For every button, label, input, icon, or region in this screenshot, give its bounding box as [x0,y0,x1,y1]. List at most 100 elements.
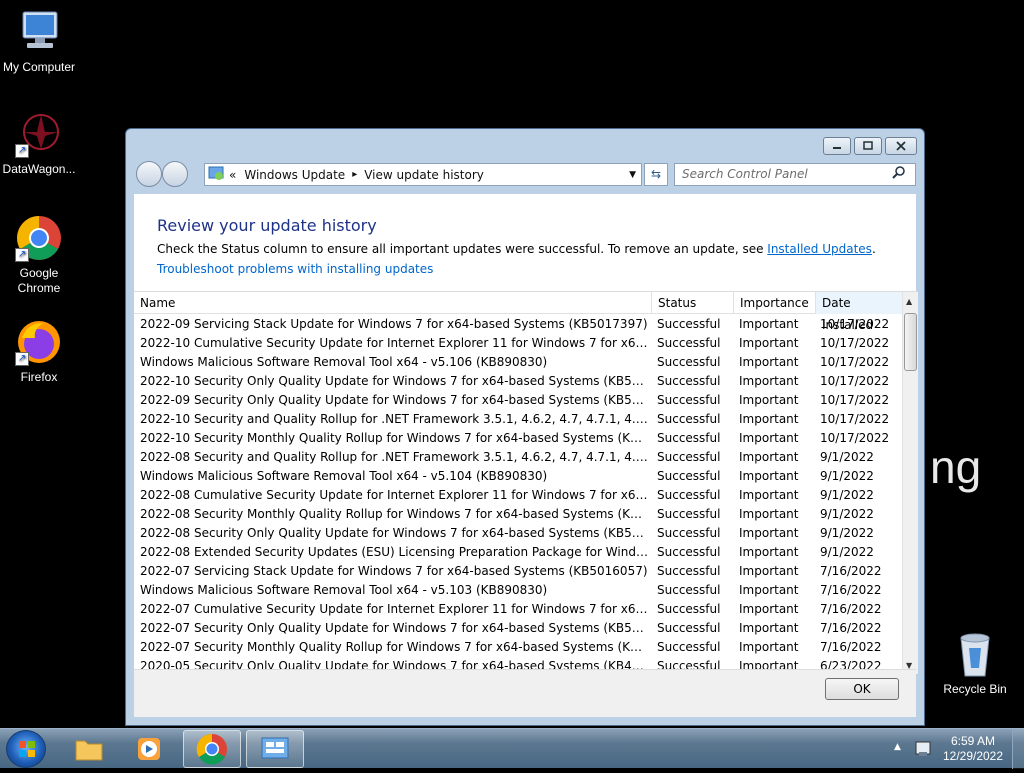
cell-status: Successful [657,507,721,521]
taskbar-control-panel-button[interactable] [246,730,304,768]
breadcrumb-view-update-history[interactable]: View update history [364,168,484,182]
cell-name: 2022-10 Security Only Quality Update for… [140,374,650,388]
cell-status: Successful [657,393,721,407]
table-row[interactable]: 2022-08 Security Only Quality Update for… [134,524,902,543]
table-row[interactable]: 2022-09 Servicing Stack Update for Windo… [134,315,902,334]
cell-status: Successful [657,431,721,445]
maximize-button[interactable] [854,137,882,155]
table-row[interactable]: 2022-07 Cumulative Security Update for I… [134,600,902,619]
address-bar[interactable]: « Windows Update ▸ View update history ▼ [204,163,642,186]
cell-status: Successful [657,374,721,388]
update-history-window: « Windows Update ▸ View update history ▼… [125,128,925,726]
cell-name: 2022-10 Security Monthly Quality Rollup … [140,431,650,445]
column-status[interactable]: Status [652,292,734,314]
chrome-icon: ↗ [15,214,63,262]
breadcrumb-chevron[interactable]: « [229,168,236,182]
table-row[interactable]: 2022-08 Cumulative Security Update for I… [134,486,902,505]
cell-status: Successful [657,412,721,426]
cell-name: 2022-08 Security Monthly Quality Rollup … [140,507,650,521]
table-row[interactable]: 2022-07 Security Only Quality Update for… [134,619,902,638]
table-row[interactable]: Windows Malicious Software Removal Tool … [134,467,902,486]
taskbar-media-player-button[interactable] [120,730,178,768]
table-header: Name Status Importance Date Installed [134,292,902,332]
cell-name: 2022-09 Security Only Quality Update for… [140,393,650,407]
column-date-installed[interactable]: Date Installed [816,292,902,332]
cell-status: Successful [657,564,721,578]
cell-name: 2022-08 Security Only Quality Update for… [140,526,650,540]
scrollbar-thumb[interactable] [904,313,917,371]
table-row[interactable]: 2022-07 Servicing Stack Update for Windo… [134,562,902,581]
table-row[interactable]: 2022-08 Extended Security Updates (ESU) … [134,543,902,562]
cell-importance: Important [739,507,799,521]
scroll-up-icon[interactable]: ▲ [906,297,912,306]
show-desktop-button[interactable] [1012,729,1024,769]
cell-name: 2022-08 Extended Security Updates (ESU) … [140,545,650,559]
desktop-icon-my-computer[interactable]: My Computer [0,8,78,75]
refresh-button[interactable]: ⇆ [644,163,668,186]
desktop-icon-google-chrome[interactable]: ↗ Google Chrome [0,214,78,296]
table-row[interactable]: Windows Malicious Software Removal Tool … [134,353,902,372]
taskbar-chrome-button[interactable] [183,730,241,768]
window-controls [823,137,917,155]
table-body: 2022-09 Servicing Stack Update for Windo… [134,315,902,674]
cell-date: 7/16/2022 [820,621,882,635]
troubleshoot-link[interactable]: Troubleshoot problems with installing up… [157,262,433,276]
desktop-icon-label: Google Chrome [17,266,61,295]
desktop-icon-datawagon[interactable]: ↗ DataWagon... [0,110,78,177]
address-dropdown-icon[interactable]: ▼ [629,170,636,180]
cell-importance: Important [739,564,799,578]
clock-date: 12/29/2022 [942,749,1004,763]
cell-date: 10/17/2022 [820,431,890,445]
cell-status: Successful [657,317,721,331]
close-button[interactable] [885,137,917,155]
back-button[interactable] [136,161,162,187]
taskbar: ▲ 6:59 AM 12/29/2022 [0,728,1024,769]
update-history-table: Name Status Importance Date Installed 20… [134,291,918,674]
cell-importance: Important [739,393,799,407]
recycle-bin-icon [951,630,999,678]
vertical-scrollbar[interactable]: ▲ ▼ [902,292,918,674]
table-row[interactable]: 2022-10 Security and Quality Rollup for … [134,410,902,429]
background-text: ng [930,441,982,493]
breadcrumb-windows-update[interactable]: Windows Update [244,168,345,182]
desktop-icon-recycle-bin[interactable]: Recycle Bin [936,630,1014,697]
table-row[interactable]: Windows Malicious Software Removal Tool … [134,581,902,600]
datawagon-icon: ↗ [15,110,63,158]
table-row[interactable]: 2022-10 Security Monthly Quality Rollup … [134,429,902,448]
cell-date: 9/1/2022 [820,507,874,521]
table-row[interactable]: 2022-08 Security Monthly Quality Rollup … [134,505,902,524]
cell-importance: Important [739,355,799,369]
column-name[interactable]: Name [134,292,652,314]
cell-status: Successful [657,621,721,635]
cell-name: Windows Malicious Software Removal Tool … [140,469,548,483]
taskbar-explorer-button[interactable] [60,730,118,768]
breadcrumb-separator[interactable]: ▸ [352,169,357,180]
search-input[interactable]: Search Control Panel [674,163,916,186]
cell-date: 7/16/2022 [820,564,882,578]
table-row[interactable]: 2022-07 Security Monthly Quality Rollup … [134,638,902,657]
shortcut-arrow-icon: ↗ [15,144,29,158]
cell-name: 2022-07 Security Only Quality Update for… [140,621,650,635]
show-hidden-icons-icon[interactable]: ▲ [894,742,901,752]
ok-button[interactable]: OK [825,678,899,700]
table-row[interactable]: 2022-08 Security and Quality Rollup for … [134,448,902,467]
cell-date: 10/17/2022 [820,374,890,388]
cell-status: Successful [657,640,721,654]
forward-button[interactable] [162,161,188,187]
installed-updates-link[interactable]: Installed Updates [767,242,872,256]
chrome-icon [196,733,227,765]
shortcut-arrow-icon: ↗ [15,248,29,262]
column-importance[interactable]: Importance [734,292,816,314]
cell-importance: Important [739,583,799,597]
table-row[interactable]: 2022-09 Security Only Quality Update for… [134,391,902,410]
table-row[interactable]: 2022-10 Cumulative Security Update for I… [134,334,902,353]
start-button[interactable] [6,730,46,768]
search-icon[interactable] [892,163,912,186]
desktop-icon-firefox[interactable]: ↗ Firefox [0,318,78,385]
minimize-button[interactable] [823,137,851,155]
system-clock[interactable]: 6:59 AM 12/29/2022 [940,734,1006,764]
action-center-icon[interactable] [914,740,932,762]
table-row[interactable]: 2022-10 Security Only Quality Update for… [134,372,902,391]
cell-date: 10/17/2022 [820,355,890,369]
cell-name: Windows Malicious Software Removal Tool … [140,583,548,597]
